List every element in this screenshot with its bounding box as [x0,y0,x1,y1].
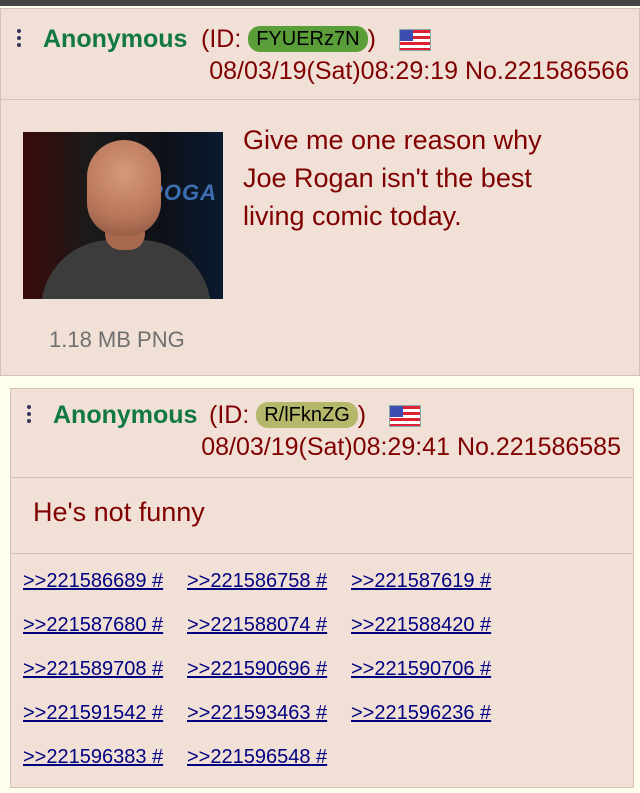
backlink[interactable]: >>221586689 # [23,570,163,593]
backlinks: >>221586689 # >>221586758 # >>221587619 … [11,553,633,768]
backlink[interactable]: >>221589708 # [23,658,163,681]
post-menu-icon[interactable] [17,29,23,50]
post-number[interactable]: No.221586566 [465,57,629,85]
backlink[interactable]: >>221591542 # [23,702,163,725]
post-header: Anonymous (ID: R/lFknZG) 08/03/19(Sat)08… [11,389,633,478]
post-date: 08/03/19(Sat)08:29:19 [209,57,458,85]
backlink[interactable]: >>221590706 # [351,658,491,681]
post-menu-icon[interactable] [27,405,33,426]
poster-name: Anonymous [53,401,198,429]
comment-line: Give me one reason why [243,125,542,155]
poster-name: Anonymous [43,25,188,53]
backlink[interactable]: >>221590696 # [187,658,327,681]
file-info[interactable]: 1.18 MB PNG [49,327,185,353]
post-dateline: 08/03/19(Sat)08:29:19 No.221586566 [209,57,629,86]
post-header: Anonymous (ID: FYUERz7N) 08/03/19(Sat)08… [1,9,639,100]
id-prefix: (ID: [209,401,257,429]
backlink[interactable]: >>221596383 # [23,746,163,769]
id-suffix: ) [367,25,376,53]
id-badge[interactable]: FYUERz7N [248,26,368,52]
post-op: Anonymous (ID: FYUERz7N) 08/03/19(Sat)08… [0,8,640,376]
backlink[interactable]: >>221586758 # [187,570,327,593]
id-prefix: (ID: [201,25,249,53]
id-suffix: ) [357,401,367,429]
post-dateline: 08/03/19(Sat)08:29:41 No.221586585 [201,433,621,462]
backlink[interactable]: >>221596236 # [351,702,491,725]
top-bar [0,0,640,6]
id-badge[interactable]: R/lFknZG [256,402,358,428]
post-reply: Anonymous (ID: R/lFknZG) 08/03/19(Sat)08… [10,388,634,788]
backlink[interactable]: >>221593463 # [187,702,327,725]
comment-line: living comic today. [243,201,462,231]
post-comment: Give me one reason why Joe Rogan isn't t… [243,121,633,235]
backlink[interactable]: >>221587680 # [23,614,163,637]
poster-id: (ID: FYUERz7N) [201,25,376,54]
post-number[interactable]: No.221586585 [457,433,621,461]
us-flag-icon [389,405,421,427]
backlink[interactable]: >>221587619 # [351,570,491,593]
post-date: 08/03/19(Sat)08:29:41 [201,433,450,461]
backlink[interactable]: >>221596548 # [187,746,327,769]
comment-line: Joe Rogan isn't the best [243,163,532,193]
backlink[interactable]: >>221588420 # [351,614,491,637]
us-flag-icon [399,29,431,51]
poster-id: (ID: R/lFknZG) [209,401,366,430]
post-thumbnail[interactable]: ROGA [23,132,223,299]
backlink[interactable]: >>221588074 # [187,614,327,637]
post-comment: He's not funny [33,497,205,527]
